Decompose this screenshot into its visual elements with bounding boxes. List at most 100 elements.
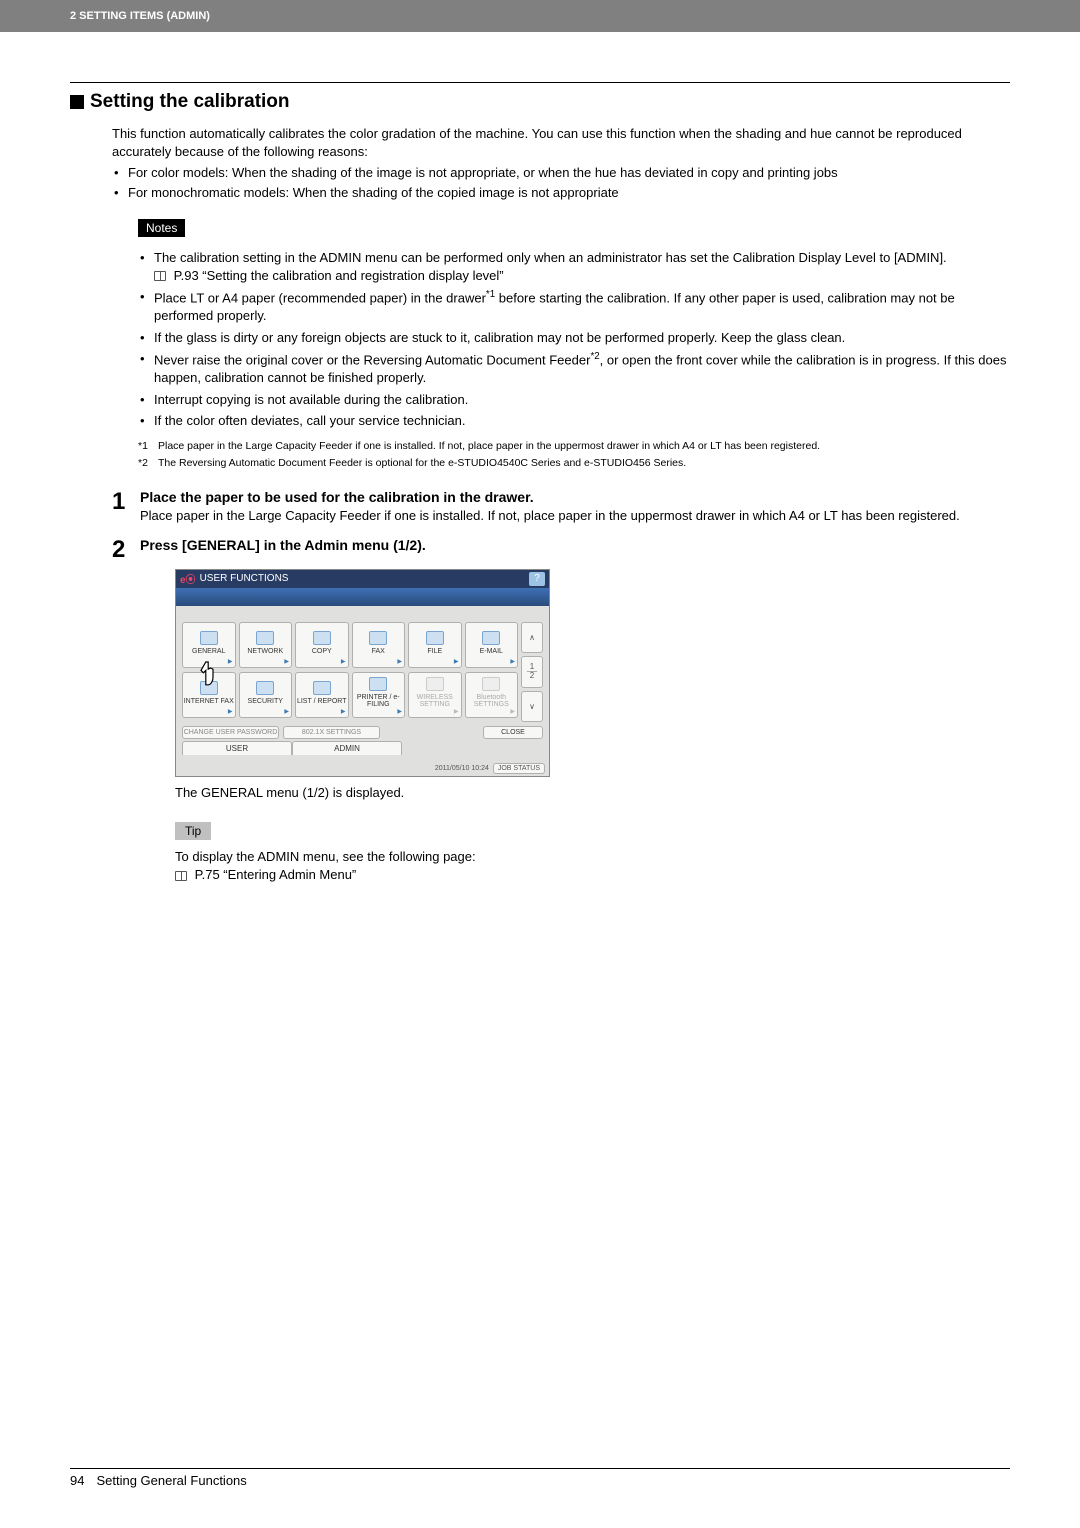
menu-fax[interactable]: FAX▶: [352, 622, 406, 668]
chevron-right-icon: ▶: [341, 658, 346, 665]
menu-printer-efiling[interactable]: PRINTER / e-FILING▶: [352, 672, 406, 718]
change-user-password-button[interactable]: CHANGE USER PASSWORD: [182, 726, 279, 739]
menu-security[interactable]: SECURITY▶: [239, 672, 293, 718]
notes-item: Interrupt copying is not available durin…: [138, 391, 1010, 409]
chevron-right-icon: ▶: [454, 658, 459, 665]
tab-user[interactable]: USER: [182, 741, 292, 755]
tip-label: Tip: [175, 822, 211, 840]
bluetooth-icon: [482, 677, 500, 691]
menu-copy[interactable]: COPY▶: [295, 622, 349, 668]
notes-item: Place LT or A4 paper (recommended paper)…: [138, 288, 1010, 324]
notes-box: Notes: [138, 219, 1010, 237]
chevron-right-icon: ▶: [454, 708, 459, 715]
step-text: Place paper in the Large Capacity Feeder…: [140, 507, 1010, 525]
copy-icon: [313, 631, 331, 645]
security-icon: [256, 681, 274, 695]
footnotes: *1 Place paper in the Large Capacity Fee…: [138, 440, 1010, 471]
network-icon: [256, 631, 274, 645]
menu-bluetooth[interactable]: Bluetooth SETTINGS▶: [465, 672, 519, 718]
notes-item: If the color often deviates, call your s…: [138, 412, 1010, 430]
book-icon: [175, 871, 187, 881]
footnote-text: Place paper in the Large Capacity Feeder…: [158, 440, 820, 454]
step-title: Place the paper to be used for the calib…: [140, 489, 1010, 505]
menu-wireless[interactable]: WIRELESS SETTING▶: [408, 672, 462, 718]
page-number: 94: [70, 1473, 84, 1488]
step-title: Press [GENERAL] in the Admin menu (1/2).: [140, 537, 1010, 553]
heading-square-icon: [70, 95, 84, 109]
step-2: 2 Press [GENERAL] in the Admin menu (1/2…: [112, 537, 1010, 563]
footnote-mark: *2: [138, 457, 158, 471]
fax-icon: [369, 631, 387, 645]
chevron-right-icon: ▶: [510, 708, 515, 715]
section-heading: Setting the calibration: [70, 91, 1010, 113]
screen-subbar: [176, 588, 549, 606]
notes-item: If the glass is dirty or any foreign obj…: [138, 329, 1010, 347]
menu-list-report[interactable]: LIST / REPORT▶: [295, 672, 349, 718]
job-status-button[interactable]: JOB STATUS: [493, 763, 545, 774]
step-number: 2: [112, 537, 140, 563]
notes-text: The calibration setting in the ADMIN men…: [154, 250, 947, 265]
8021x-settings-button[interactable]: 802.1X SETTINGS: [283, 726, 380, 739]
icon-row-2: INTERNET FAX▶ SECURITY▶ LIST / REPORT▶ P…: [182, 672, 518, 718]
notes-list: The calibration setting in the ADMIN men…: [138, 249, 1010, 430]
notes-label: Notes: [138, 219, 185, 237]
section-rule: [70, 82, 1010, 83]
page-indicator: 1 2: [521, 656, 543, 688]
scroll-up-button[interactable]: ∧: [521, 622, 543, 653]
close-button[interactable]: CLOSE: [483, 726, 543, 739]
page-content: Setting the calibration This function au…: [0, 32, 1080, 884]
printer-icon: [369, 677, 387, 691]
notes-item: Never raise the original cover or the Re…: [138, 350, 1010, 386]
icon-row-1: GENERAL▶ NETWORK▶ COPY▶ FAX▶ FILE▶ E-MAI…: [182, 622, 518, 668]
footnote-text: The Reversing Automatic Document Feeder …: [158, 457, 686, 471]
screen-titlebar: e⦿ USER FUNCTIONS ?: [176, 570, 549, 588]
notes-item: The calibration setting in the ADMIN men…: [138, 249, 1010, 284]
chevron-right-icon: ▶: [284, 658, 289, 665]
page-scroll: ∧ 1 2 ∨: [521, 622, 543, 722]
help-button[interactable]: ?: [529, 572, 545, 586]
wireless-icon: [426, 677, 444, 691]
admin-screen: e⦿ USER FUNCTIONS ? GENERAL▶ NETWORK▶ CO…: [175, 569, 550, 777]
tip-ref: P.75 “Entering Admin Menu”: [195, 867, 357, 882]
footer-title: Setting General Functions: [96, 1473, 246, 1488]
chevron-right-icon: ▶: [397, 708, 402, 715]
report-icon: [313, 681, 331, 695]
general-icon: [200, 631, 218, 645]
brand-icon: e⦿: [180, 571, 196, 586]
chevron-right-icon: ▶: [284, 708, 289, 715]
email-icon: [482, 631, 500, 645]
chapter-header: 2 SETTING ITEMS (ADMIN): [0, 0, 1080, 32]
tabs-row: USER ADMIN: [182, 739, 543, 755]
intro-bullet: For monochromatic models: When the shadi…: [112, 184, 1010, 202]
bottom-button-row: CHANGE USER PASSWORD 802.1X SETTINGS CLO…: [182, 726, 543, 739]
intro-bullets: For color models: When the shading of th…: [112, 164, 1010, 201]
screen-body: GENERAL▶ NETWORK▶ COPY▶ FAX▶ FILE▶ E-MAI…: [176, 606, 549, 761]
scroll-down-button[interactable]: ∨: [521, 691, 543, 722]
screen-title: USER FUNCTIONS: [200, 573, 289, 584]
step2-after-text: The GENERAL menu (1/2) is displayed.: [175, 785, 1010, 800]
chevron-right-icon: ▶: [510, 658, 515, 665]
intro-bullet: For color models: When the shading of th…: [112, 164, 1010, 182]
tip-text: To display the ADMIN menu, see the follo…: [175, 848, 1010, 884]
chevron-right-icon: ▶: [341, 708, 346, 715]
pointer-hand-icon: [194, 656, 220, 686]
section-intro: This function automatically calibrates t…: [112, 125, 1010, 160]
file-icon: [426, 631, 444, 645]
menu-file[interactable]: FILE▶: [408, 622, 462, 668]
section-title: Setting the calibration: [90, 91, 290, 113]
notes-ref: P.93 “Setting the calibration and regist…: [174, 268, 504, 283]
menu-email[interactable]: E-MAIL▶: [465, 622, 519, 668]
screen-bottom-bar: 2011/05/10 10:24 JOB STATUS: [176, 761, 549, 776]
step-1: 1 Place the paper to be used for the cal…: [112, 489, 1010, 525]
footnote-mark: *1: [138, 440, 158, 454]
page-footer: 94 Setting General Functions: [70, 1468, 1010, 1488]
chevron-right-icon: ▶: [228, 658, 233, 665]
book-icon: [154, 271, 166, 281]
step-number: 1: [112, 489, 140, 525]
menu-network[interactable]: NETWORK▶: [239, 622, 293, 668]
footnote: *1 Place paper in the Large Capacity Fee…: [138, 440, 1010, 454]
footnote: *2 The Reversing Automatic Document Feed…: [138, 457, 1010, 471]
chapter-crumb: 2 SETTING ITEMS (ADMIN): [70, 10, 210, 22]
tab-admin[interactable]: ADMIN: [292, 741, 402, 755]
chevron-right-icon: ▶: [228, 708, 233, 715]
